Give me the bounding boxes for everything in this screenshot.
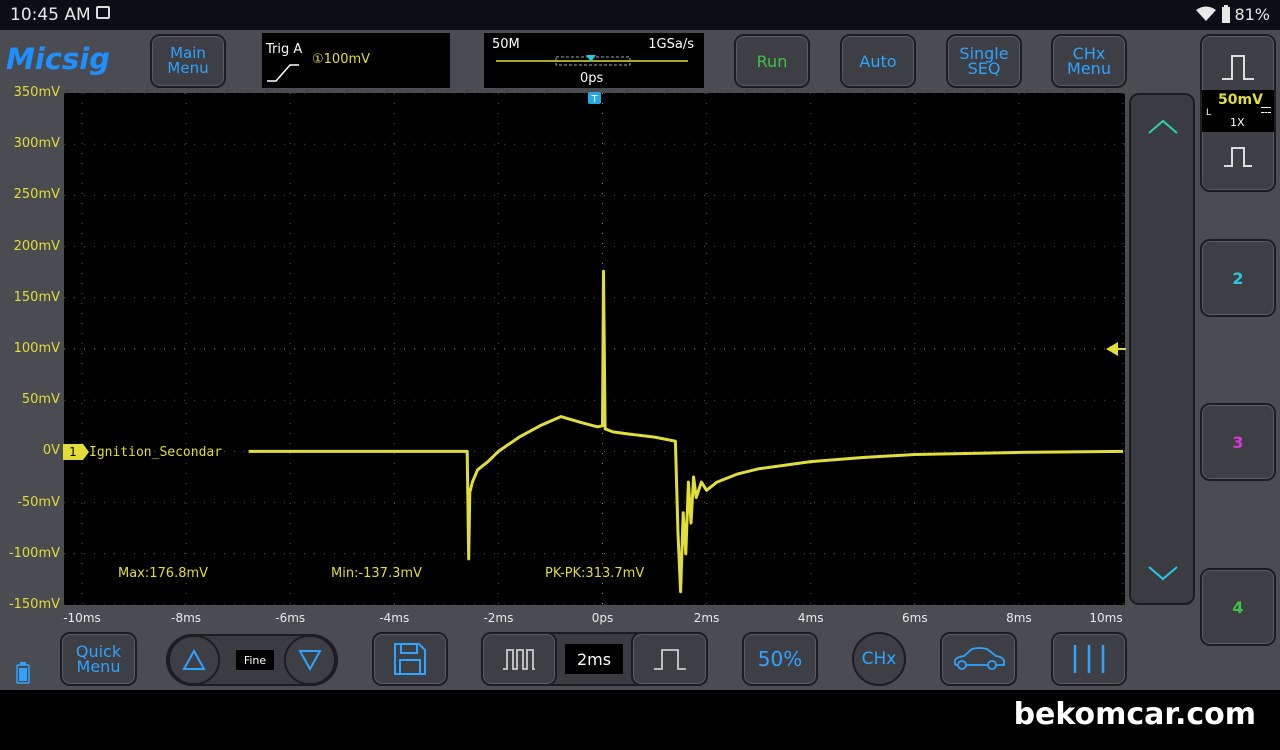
y-tick-label: 150mV [13,289,60,305]
wifi-icon [1196,6,1216,21]
x-tick-label: -4ms [379,611,410,625]
battery-level-icon [16,662,30,684]
main-menu-label-2: Menu [167,59,209,77]
chx-button[interactable]: CHx [852,632,906,686]
brand-logo: Micsig [6,42,110,76]
x-tick-label: -2ms [483,611,514,625]
y-tick-label: -100mV [8,545,60,561]
auto-button[interactable]: Auto [840,34,916,88]
timebase-increase-button[interactable] [631,632,708,686]
dc-coupling-icon [1261,107,1271,113]
x-tick-label: -8ms [171,611,202,625]
channel1-marker[interactable]: 1 [63,444,83,460]
measurement-pkpk: PK-PK:313.7mV [545,566,645,581]
quick-menu-button[interactable]: Quick Menu [60,632,137,686]
pulse-narrow-icon [1224,147,1252,167]
y-tick-label: -150mV [8,597,60,612]
triangle-down-icon [298,650,322,671]
y-tick-label: -50mV [17,494,60,510]
battery-icon [1222,5,1230,23]
channel3-button[interactable]: 3 [1200,403,1276,481]
decrease-button[interactable] [284,635,336,685]
channel2-button[interactable]: 2 [1200,239,1276,317]
channel1-scale-box[interactable]: 50mV L 1X [1202,90,1274,132]
x-tick-label: 6ms [902,611,928,625]
trigger-50-percent-button[interactable]: 50% [742,632,818,686]
status-bar: 10:45 AM 81% [0,0,1280,30]
y-tick-label: 300mV [13,136,60,152]
channel1-probe: 1X [1230,116,1245,129]
watermark: bekomcar.com [1013,697,1256,732]
svg-text:T: T [590,94,598,105]
measurement-min: Min:-137.3mV [331,566,422,581]
y-tick-label: 0V [42,443,60,459]
channel4-button[interactable]: 4 [1200,568,1276,646]
single-seq-button[interactable]: Single SEQ [946,34,1022,88]
timebase-position-bar [496,55,688,66]
increase-button[interactable] [168,635,220,685]
x-tick-label: 10ms [1089,611,1123,625]
measurement-max: Max:176.8mV [118,566,209,581]
pulse-dense-icon [503,649,535,670]
memory-depth: 50M [492,37,520,52]
triangle-up-icon [182,649,206,670]
y-tick-label: 50mV [21,392,60,408]
cursor-menu-button[interactable] [1051,632,1127,686]
save-icon [394,643,426,675]
chx-menu-button[interactable]: CHx Menu [1051,34,1127,88]
x-tick-label: -10ms [63,611,101,625]
x-tick-label: -6ms [275,611,306,625]
quick-menu-label: Menu [76,657,121,676]
channel1-label: Ignition_Secondar [89,445,223,460]
car-icon [953,647,1005,670]
y-tick-label: 200mV [13,238,60,254]
gallery-icon [96,6,110,19]
channel1-scale: 50mV [1218,92,1263,108]
x-tick-label: 2ms [693,611,720,625]
channel1-panel[interactable]: 50mV L 1X [1200,34,1276,192]
timebase-decrease-button[interactable] [481,632,557,686]
x-tick-label: 4ms [797,611,824,625]
x-tick-label: 0ps [591,611,614,625]
trigger-panel[interactable]: Trig A ①100mV [262,33,450,88]
timebase-panel[interactable]: 50M 1GSa/s 0ps [484,33,704,88]
time-per-division[interactable]: 2ms [565,644,623,674]
run-button[interactable]: Run [734,34,810,88]
channel1-coupling: L [1206,108,1212,118]
scroll-down-icon[interactable] [1148,565,1178,581]
main-menu-button[interactable]: Main Menu [150,34,226,88]
vertical-cursors-icon [1073,645,1105,673]
seq-label: SEQ [967,59,1001,78]
status-time: 10:45 AM [10,5,91,25]
x-tick-label: 8ms [1006,611,1032,625]
rising-edge-icon [267,64,299,82]
y-tick-label: 100mV [13,341,60,356]
ch1-waveform [248,269,1124,594]
waveform-display[interactable] [64,93,1125,605]
trigger-level-arrow[interactable] [1106,341,1126,357]
trigger-label: Trig A [266,42,303,57]
pulse-sparse-icon [653,649,686,670]
y-tick-label: 350mV [13,85,60,100]
scroll-up-icon[interactable] [1148,119,1178,135]
y-tick-label: 250mV [13,187,60,203]
sample-rate: 1GSa/s [648,37,694,52]
battery-percent: 81% [1234,5,1270,24]
pulse-wide-icon [1222,55,1254,80]
timebase-position: 0ps [580,71,604,86]
automotive-button[interactable] [940,632,1017,686]
save-button[interactable] [372,632,448,686]
trigger-position-marker[interactable]: T [588,92,601,105]
chx-menu-label: Menu [1067,59,1111,78]
trigger-level: ①100mV [312,52,371,67]
fine-toggle[interactable]: Fine [236,650,274,670]
vertical-scale-panel[interactable] [1129,93,1195,605]
